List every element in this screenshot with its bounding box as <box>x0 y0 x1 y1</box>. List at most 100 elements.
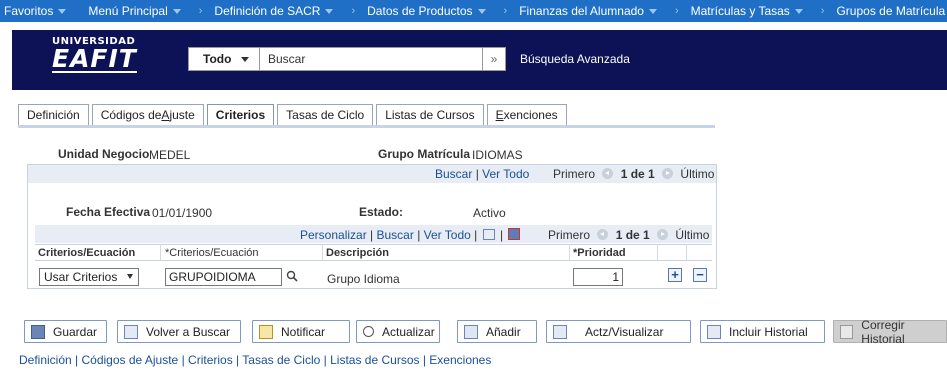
col-prioridad: *Prioridad <box>573 247 626 259</box>
breadcrumb-label: Datos de Productos <box>367 4 473 18</box>
estado-value: Activo <box>473 206 506 220</box>
column-divider <box>160 244 161 261</box>
prioridad-input[interactable]: 1 <box>573 268 623 286</box>
advanced-search-link[interactable]: Búsqueda Avanzada <box>520 52 630 66</box>
zoom-icon[interactable] <box>482 229 495 240</box>
guardar-button[interactable]: Guardar <box>24 320 107 343</box>
button-label: Incluir Historial <box>729 324 808 339</box>
breadcrumb-label: Matrículas y Tasas <box>690 4 790 18</box>
tab-tasas-ciclo[interactable]: Tasas de Ciclo <box>277 104 374 125</box>
footer-link-exenciones[interactable]: Exenciones <box>429 353 491 367</box>
footer-link-listas-cursos[interactable]: Listas de Cursos <box>330 353 419 367</box>
breadcrumb-separator-icon: › <box>198 5 203 17</box>
next-icon[interactable] <box>662 168 674 179</box>
criterios-codigo-input[interactable]: GRUPOIDIOMA <box>165 268 282 286</box>
incluir-historial-button[interactable]: Incluir Historial <box>700 320 825 343</box>
personalizar-link[interactable]: Personalizar <box>300 228 367 242</box>
tab-label: Criterios <box>215 108 266 122</box>
notificar-button[interactable]: Notificar <box>252 320 350 343</box>
tab-label: Listas de Cursos <box>385 108 475 122</box>
search-go-button[interactable]: » <box>483 47 506 71</box>
button-label: Guardar <box>53 324 98 339</box>
buscar-link[interactable]: Buscar <box>435 167 472 181</box>
tab-listas-cursos[interactable]: Listas de Cursos <box>376 104 484 125</box>
footer-link-definicion[interactable]: Definición <box>19 353 72 367</box>
grid-primero-label: Primero <box>548 228 591 242</box>
fecha-efectiva-value: 01/01/1900 <box>152 206 213 220</box>
column-divider <box>569 244 570 261</box>
correct-history-icon <box>840 324 854 339</box>
download-grid-icon[interactable] <box>508 228 521 240</box>
grid-ver-todo-link[interactable]: Ver Todo <box>424 228 471 242</box>
tab-codigos-ajuste[interactable]: Códigos de Ajuste <box>91 104 204 125</box>
grid-buscar-link[interactable]: Buscar <box>377 228 414 242</box>
grid-prev-icon[interactable] <box>597 229 609 240</box>
breadcrumb-label: Definición de SACR <box>214 4 321 18</box>
chevron-down-icon <box>172 8 181 14</box>
menu-principal[interactable]: Menú Principal <box>88 4 181 18</box>
breadcrumb-grupos[interactable]: Grupos de Matrícula <box>836 4 945 18</box>
delete-row-icon[interactable]: − <box>693 268 707 282</box>
prev-icon[interactable] <box>602 168 614 179</box>
breadcrumb-label: Grupos de Matrícula <box>836 4 946 18</box>
pager-count: 1 de 1 <box>620 167 655 181</box>
footer-link-tasas-ciclo[interactable]: Tasas de Ciclo <box>242 353 320 367</box>
tab-label: xenciones <box>503 108 558 122</box>
tab-label-accesskey: E <box>495 108 504 122</box>
search-bar: Todo Buscar » <box>188 47 506 71</box>
lookup-search-icon[interactable] <box>286 270 298 282</box>
save-icon <box>31 324 45 339</box>
anadir-button[interactable]: Añadir <box>457 320 537 343</box>
tab-definicion[interactable]: Definición <box>18 104 89 125</box>
breadcrumb-matriculas[interactable]: Matrículas y Tasas <box>691 4 803 18</box>
chevron-down-icon <box>241 56 250 62</box>
actz-visualizar-button[interactable]: Actz/Visualizar <box>546 320 691 343</box>
search-scope-label: Todo <box>203 52 232 66</box>
criterios-tipo-select[interactable]: Usar Criterios <box>39 268 139 286</box>
logo-main-text: EAFIT <box>52 44 137 73</box>
volver-buscar-button[interactable]: Volver a Buscar <box>117 320 241 343</box>
breadcrumb-separator-icon: › <box>674 5 679 17</box>
add-row-icon[interactable]: + <box>668 268 682 282</box>
grid-next-icon[interactable] <box>657 229 669 240</box>
breadcrumb-finanzas[interactable]: Finanzas del Alumnado <box>519 4 657 18</box>
grupo-matricula-value: IDIOMAS <box>472 148 523 162</box>
notify-icon <box>259 324 273 339</box>
return-search-icon <box>124 324 138 339</box>
add-icon <box>464 324 478 339</box>
primero-label: Primero <box>553 167 596 181</box>
corregir-historial-button[interactable]: Corregir Historial <box>833 318 947 346</box>
include-history-icon <box>707 324 721 339</box>
footer-link-criterios[interactable]: Criterios <box>188 353 233 367</box>
input-value: 1 <box>612 270 619 284</box>
ver-todo-link[interactable]: Ver Todo <box>482 167 529 181</box>
button-label: Añadir <box>486 324 521 339</box>
actualizar-button[interactable]: Actualizar <box>356 320 440 343</box>
eafit-logo: UNIVERSIDAD EAFIT <box>52 36 137 73</box>
grid-ultimo-label: Último <box>675 228 710 242</box>
search-input[interactable]: Buscar <box>260 47 483 71</box>
breadcrumb-separator-icon: › <box>351 5 356 17</box>
tab-exenciones[interactable]: Exenciones <box>486 104 567 125</box>
breadcrumb-productos[interactable]: Datos de Productos <box>367 4 486 18</box>
footer-link-codigos-ajuste[interactable]: Códigos de Ajuste <box>82 353 179 367</box>
double-chevron-right-icon: » <box>490 52 498 66</box>
tab-criterios[interactable]: Criterios <box>206 104 275 125</box>
grid-header-row: Criterios/Ecuación *Criterios/Ecuación D… <box>35 244 712 261</box>
grid-pager-count: 1 de 1 <box>615 228 650 242</box>
breadcrumb-sacr[interactable]: Definición de SACR <box>214 4 334 18</box>
outer-pager: Primero 1 de 1 Último <box>553 167 714 181</box>
favoritos-menu[interactable]: Favoritos <box>4 4 67 18</box>
chevron-down-icon <box>477 8 486 14</box>
button-label: Actualizar <box>382 324 435 339</box>
input-value: GRUPOIDIOMA <box>169 270 256 284</box>
tab-label: Códigos de <box>100 108 162 122</box>
grid-toolbar-links: Personalizar | Buscar | Ver Todo | | <box>300 228 522 242</box>
chevron-down-icon <box>58 8 67 14</box>
button-label: Notificar <box>281 324 326 339</box>
tab-label: Tasas de Ciclo <box>286 108 365 122</box>
unidad-negocio-value: MEDEL <box>149 148 191 162</box>
tab-bar: Definición Códigos de Ajuste Criterios T… <box>18 104 715 128</box>
search-scope-select[interactable]: Todo <box>188 47 260 71</box>
chevron-down-icon <box>325 8 334 14</box>
